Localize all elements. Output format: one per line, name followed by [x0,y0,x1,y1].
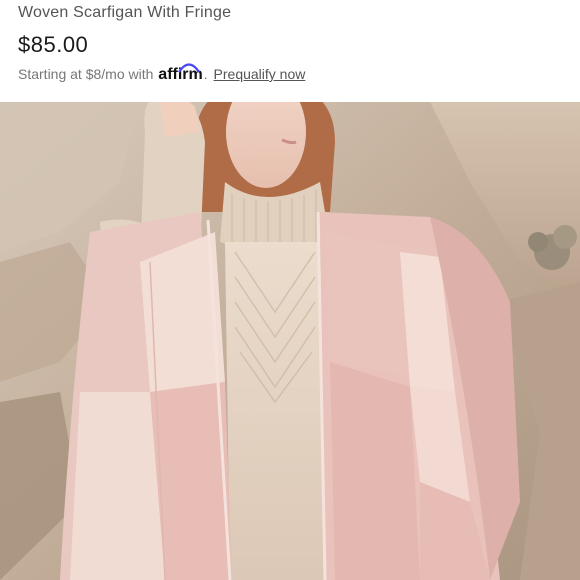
product-image [0,102,580,580]
affirm-logo[interactable]: affirm [158,63,203,83]
product-photo[interactable] [0,102,580,580]
financing-text: Starting at $8/mo with [18,66,154,82]
financing-line: Starting at $8/mo with affirm. Prequalif… [18,63,306,84]
product-price: $85.00 [18,32,89,57]
product-header: Woven Scarfigan With Fringe $85.00 Start… [0,0,580,102]
affirm-arc-icon [178,63,201,73]
product-title: Woven Scarfigan With Fringe [18,4,232,21]
sweater [225,242,330,580]
prequalify-link[interactable]: Prequalify now [214,66,306,82]
